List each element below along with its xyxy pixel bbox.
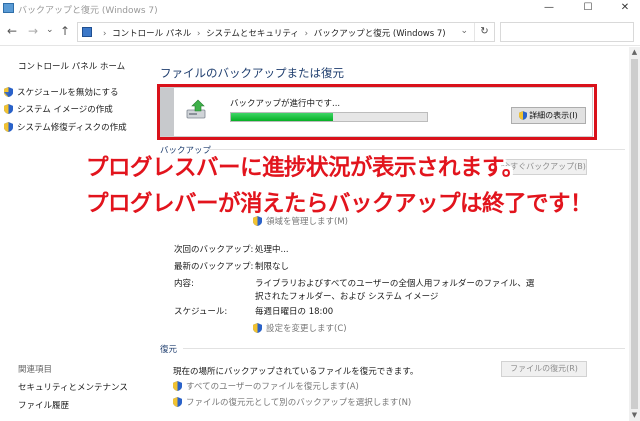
page-title: ファイルのバックアップまたは復元 <box>160 66 344 80</box>
scroll-thumb[interactable] <box>631 59 638 409</box>
next-backup-value: 処理中... <box>255 245 289 255</box>
title-bar: バックアップと復元 (Windows 7) — ☐ ✕ <box>0 0 640 17</box>
restore-files-button[interactable]: ファイルの復元(R) <box>501 361 587 377</box>
highlight-frame <box>157 84 597 140</box>
sidebar-item-disable-schedule[interactable]: スケジュールを無効にする <box>4 86 119 98</box>
sidebar-item-security-maintenance[interactable]: セキュリティとメンテナンス <box>18 381 128 393</box>
shield-icon <box>173 397 182 407</box>
restore-description: 現在の場所にバックアップされているファイルを復元できます。 <box>173 367 419 377</box>
breadcrumb-system-security[interactable]: システムとセキュリティ <box>206 29 299 39</box>
next-backup-label: 次回のバックアップ: <box>174 245 254 255</box>
minimize-button[interactable]: — <box>536 1 562 15</box>
shield-icon <box>173 381 182 391</box>
navigation-bar: ← → ⌄ ↑ › コントロール パネル › システムとセキュリティ › バック… <box>0 18 640 46</box>
breadcrumb-backup-restore[interactable]: バックアップと復元 (Windows 7) <box>314 29 446 39</box>
restore-all-users-label: すべてのユーザーのファイルを復元します(A) <box>186 382 359 392</box>
annotation-line-1: プログレスバーに進捗状況が表示されます。 <box>86 155 524 181</box>
last-backup-label: 最新のバックアップ: <box>174 262 254 272</box>
vertical-scrollbar[interactable]: ▲ ▼ <box>629 47 640 421</box>
sidebar: コントロール パネル ホーム スケジュールを無効にする システム イメージの作成… <box>0 47 148 421</box>
change-settings-label: 設定を変更します(C) <box>266 324 347 334</box>
shield-icon <box>253 323 262 333</box>
breadcrumb-separator: › <box>103 29 107 39</box>
up-arrow-icon[interactable]: ↑ <box>60 25 70 37</box>
annotation-line-2: プログレバーが消えたらバックアップは終了です！ <box>86 191 593 217</box>
address-bar[interactable]: › コントロール パネル › システムとセキュリティ › バックアップと復元 (… <box>77 22 495 42</box>
contents-value-cont: 択されたフォルダー、および システム イメージ <box>255 292 439 302</box>
sidebar-item-create-system-image[interactable]: システム イメージの作成 <box>4 103 113 115</box>
sidebar-item-file-history[interactable]: ファイル履歴 <box>18 399 69 411</box>
related-heading: 関連項目 <box>18 365 53 375</box>
sidebar-item-label: システム修復ディスクの作成 <box>17 123 127 133</box>
restore-all-users-link[interactable]: すべてのユーザーのファイルを復元します(A) <box>173 380 359 392</box>
last-backup-value: 制限なし <box>255 262 290 272</box>
window-title: バックアップと復元 (Windows 7) <box>18 6 158 16</box>
sidebar-home-link[interactable]: コントロール パネル ホーム <box>18 60 125 72</box>
restore-heading: 復元 <box>160 345 178 355</box>
breadcrumb: › コントロール パネル › システムとセキュリティ › バックアップと復元 (… <box>100 27 446 39</box>
breadcrumb-separator: › <box>304 29 308 39</box>
schedule-label: スケジュール: <box>174 307 228 317</box>
control-panel-icon <box>82 27 92 37</box>
breadcrumb-separator: › <box>197 29 201 39</box>
breadcrumb-control-panel[interactable]: コントロール パネル <box>112 29 191 39</box>
maximize-button[interactable]: ☐ <box>575 1 601 15</box>
scroll-up-icon[interactable]: ▲ <box>629 47 640 58</box>
schedule-value: 毎週日曜日の 18:00 <box>255 307 334 317</box>
back-arrow-icon[interactable]: ← <box>7 25 17 37</box>
contents-label: 内容: <box>174 279 194 289</box>
select-other-backup-label: ファイルの復元元として別のバックアップを選択します(N) <box>186 398 412 408</box>
scroll-down-icon[interactable]: ▼ <box>629 410 640 421</box>
sidebar-item-label: スケジュールを無効にする <box>17 88 119 98</box>
control-panel-icon <box>3 3 14 13</box>
select-other-backup-link[interactable]: ファイルの復元元として別のバックアップを選択します(N) <box>173 396 411 408</box>
section-divider <box>183 348 625 349</box>
refresh-icon[interactable]: ↻ <box>474 23 494 41</box>
change-settings-link[interactable]: 設定を変更します(C) <box>253 322 347 334</box>
shield-icon <box>4 104 13 114</box>
address-dropdown-icon[interactable]: ⌄ <box>460 26 468 36</box>
sidebar-item-create-repair-disc[interactable]: システム修復ディスクの作成 <box>4 121 127 133</box>
search-input[interactable] <box>500 22 634 42</box>
shield-icon <box>4 87 13 97</box>
shield-icon <box>4 122 13 132</box>
forward-arrow-icon[interactable]: → <box>28 25 38 37</box>
close-button[interactable]: ✕ <box>612 1 638 15</box>
recent-locations-icon[interactable]: ⌄ <box>46 24 54 36</box>
sidebar-item-label: システム イメージの作成 <box>17 105 113 115</box>
manage-space-label: 領域を管理します(M) <box>266 217 348 227</box>
contents-value: ライブラリおよびすべてのユーザーの全個人用フォルダーのファイル、選 <box>255 279 535 289</box>
